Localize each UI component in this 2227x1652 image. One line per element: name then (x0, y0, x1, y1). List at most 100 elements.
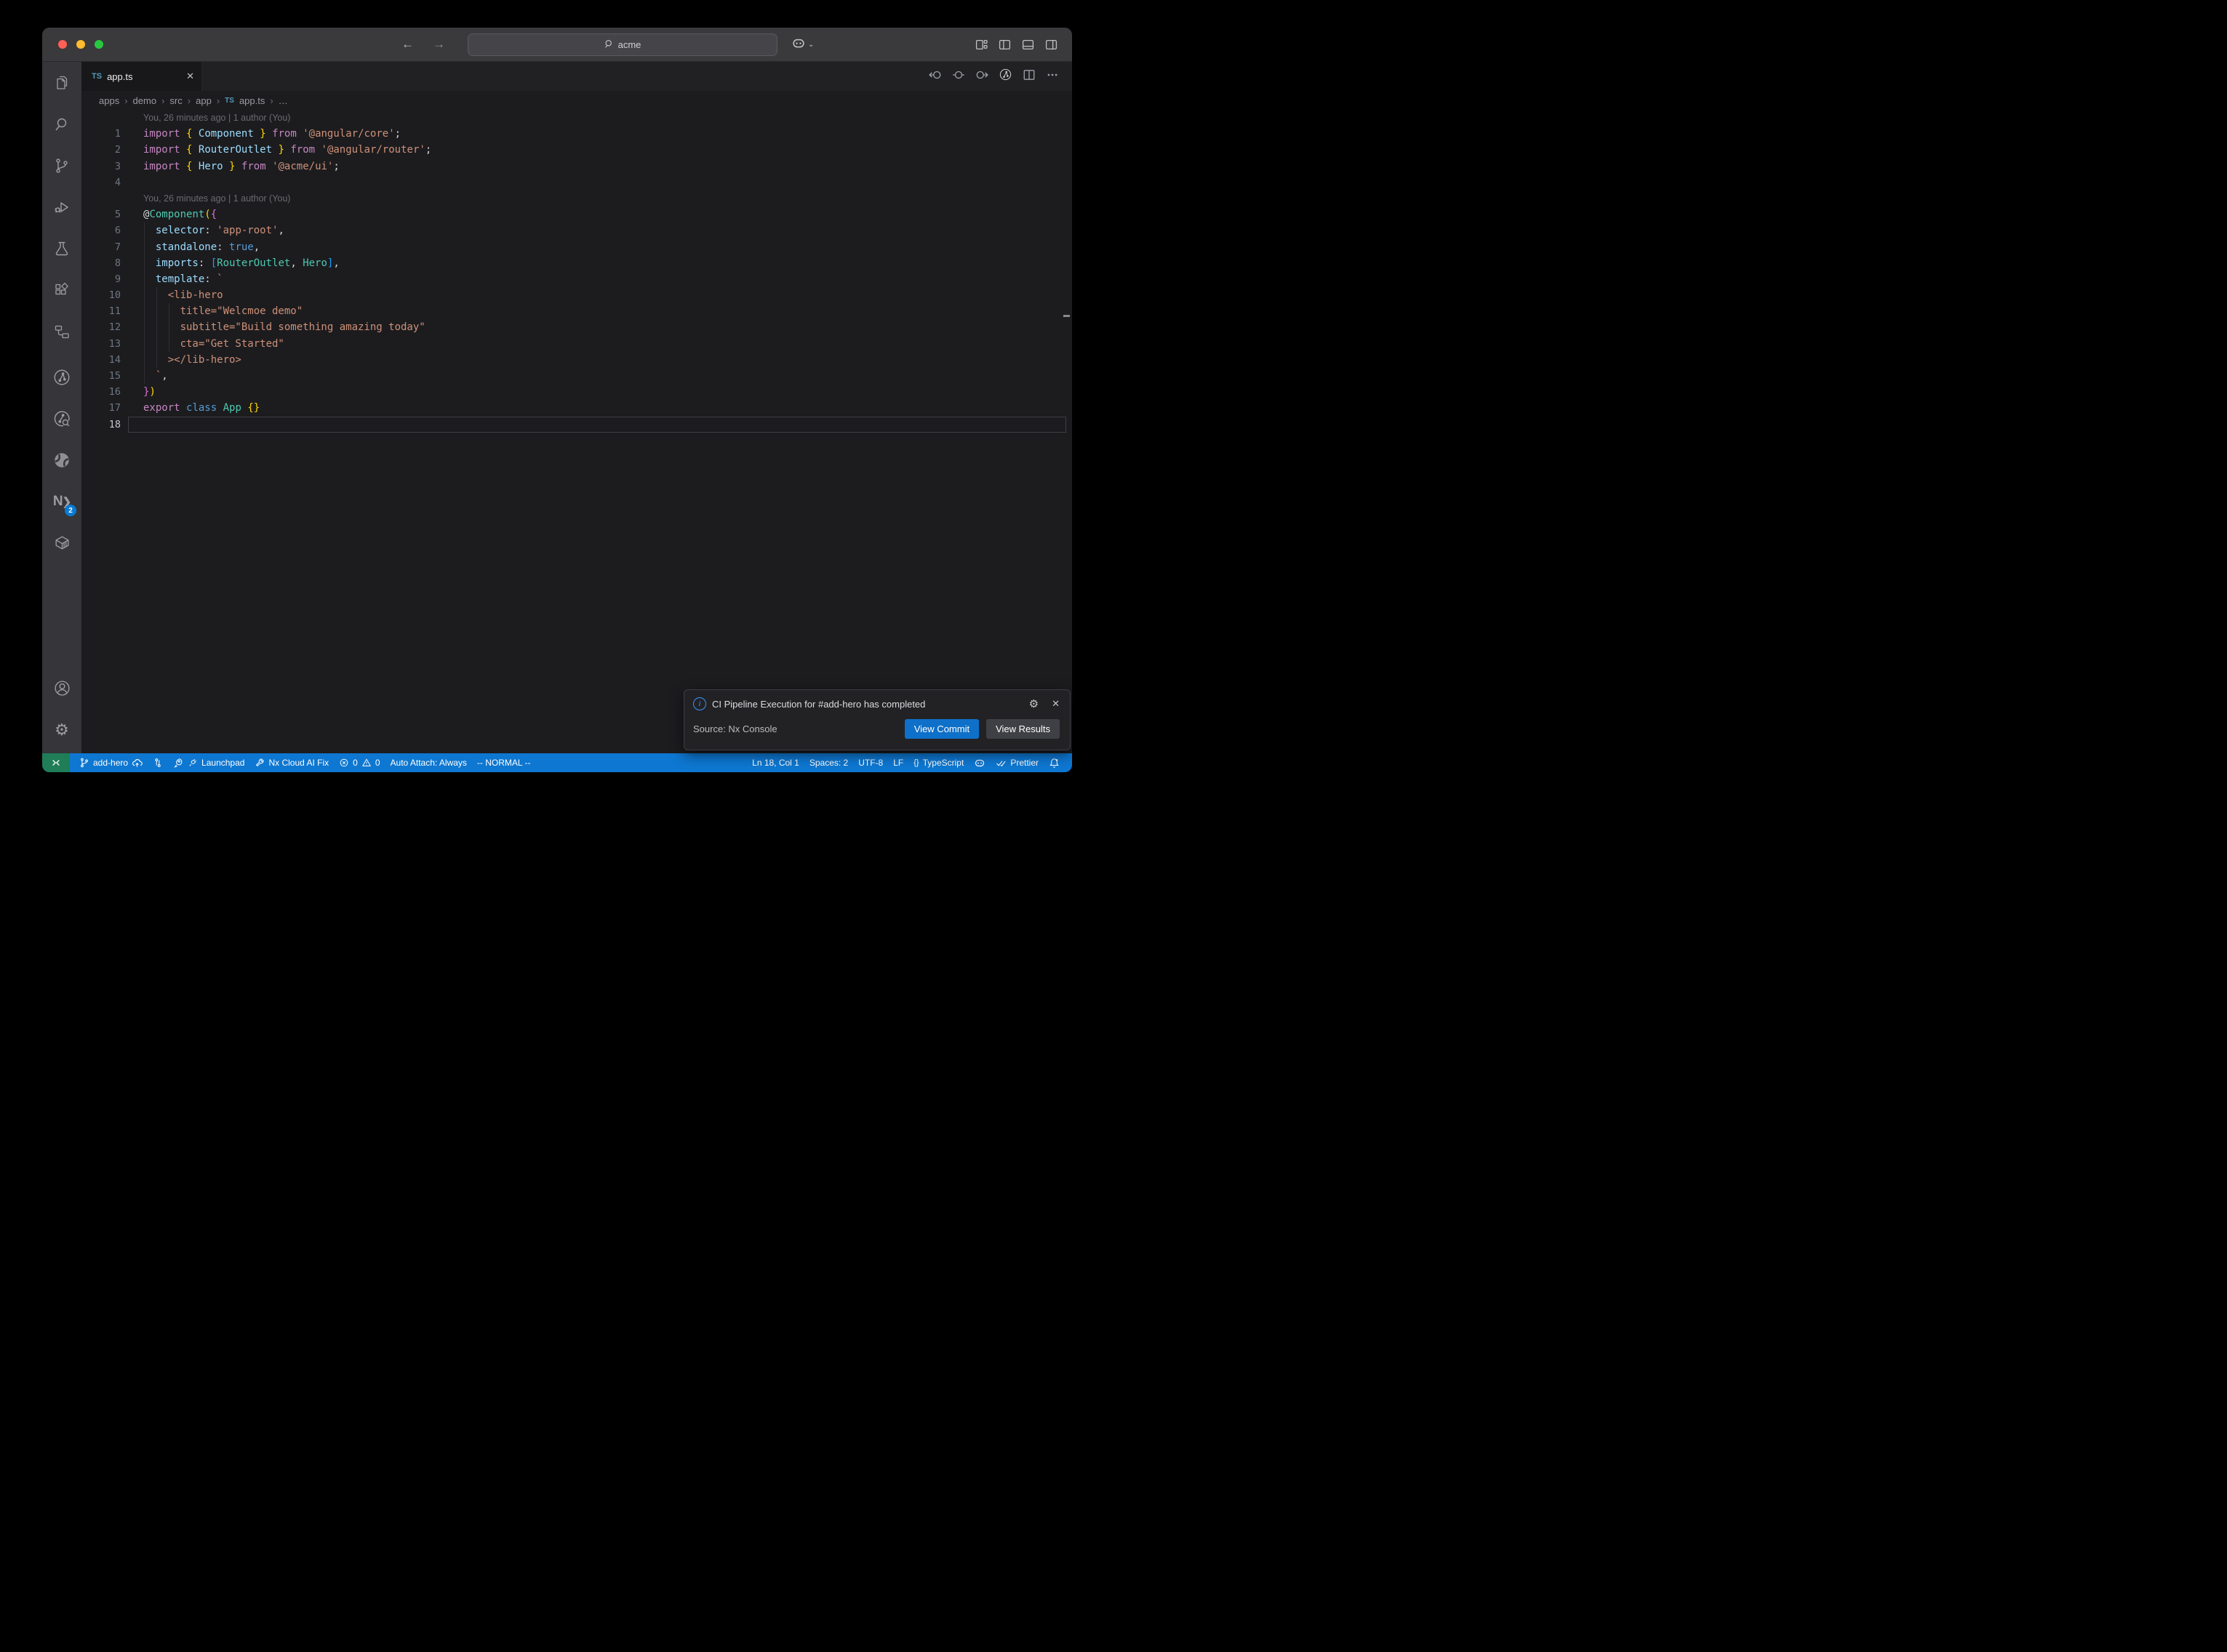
code-line: 8 imports: [RouterOutlet, Hero], (81, 255, 1072, 271)
code-line: 18 (81, 417, 1072, 433)
breadcrumb-item[interactable]: demo (133, 95, 157, 106)
containers-icon[interactable] (42, 522, 81, 564)
blame-row: You, 26 minutes ago | 1 author (You) (81, 191, 1072, 206)
chevron-down-icon: ⌄ (808, 41, 814, 49)
source-control-icon[interactable] (42, 145, 81, 186)
typescript-file-icon: TS (92, 72, 102, 81)
accounts-icon[interactable] (42, 667, 81, 709)
git-branch-status[interactable]: add-hero (74, 758, 148, 769)
eol-status[interactable]: LF (888, 758, 908, 768)
git-branch-icon (79, 758, 89, 768)
tab-filename: app.ts (107, 71, 181, 82)
breadcrumb-item[interactable]: apps (99, 95, 119, 106)
screenshot-canvas: ← → acme ⌄ (0, 0, 1114, 826)
code-editor[interactable]: You, 26 minutes ago | 1 author (You)1imp… (81, 110, 1072, 753)
toggle-panel-icon[interactable] (1022, 39, 1034, 51)
notifications-bell[interactable] (1044, 758, 1065, 769)
indentation-status[interactable]: Spaces: 2 (804, 758, 853, 768)
nx-badge: 2 (65, 505, 76, 516)
toggle-primary-sidebar-icon[interactable] (999, 39, 1011, 51)
code-line: 7 standalone: true, (81, 239, 1072, 255)
problems-status[interactable]: 0 0 (334, 758, 385, 768)
breadcrumb-item[interactable]: src (169, 95, 182, 106)
nav-forward-circle-icon[interactable] (975, 68, 988, 85)
tab-app-ts[interactable]: TS app.ts ✕ (81, 62, 202, 91)
view-results-button[interactable]: View Results (986, 719, 1060, 739)
search-text: acme (618, 39, 641, 50)
toggle-secondary-sidebar-icon[interactable] (1045, 39, 1057, 51)
extensions-icon[interactable] (42, 269, 81, 310)
search-icon (604, 39, 614, 51)
breadcrumb-symbol[interactable]: … (279, 95, 288, 106)
minimize-window-button[interactable] (76, 40, 85, 49)
code-line: 5@Component({ (81, 206, 1072, 222)
code-line: 17export class App {} (81, 400, 1072, 416)
source-control-graph-icon[interactable] (999, 68, 1012, 85)
vim-mode-status[interactable]: -- NORMAL -- (472, 758, 536, 768)
language-mode-status[interactable]: {} TypeScript (908, 758, 969, 768)
breadcrumb-file[interactable]: app.ts (239, 95, 265, 106)
search-view-icon[interactable] (42, 103, 81, 145)
split-editor-icon[interactable] (1023, 68, 1036, 85)
code-line: 11 title="Welcmoe demo" (81, 303, 1072, 319)
code-line: 6 selector: 'app-root', (81, 222, 1072, 238)
nav-back-arrow[interactable]: ← (401, 37, 414, 52)
auto-attach-status[interactable]: Auto Attach: Always (385, 758, 472, 768)
chevron-right-icon: › (161, 95, 164, 106)
customize-layout-icon[interactable] (975, 39, 988, 51)
prettier-status[interactable]: Prettier (991, 758, 1044, 769)
console-ninja-icon[interactable] (42, 439, 81, 481)
commit-graph-icon[interactable] (42, 356, 81, 398)
activity-bar: N❯ 2 ⚙ (42, 62, 81, 753)
nav-forward-arrow[interactable]: → (433, 37, 445, 52)
project-graph-icon[interactable] (42, 310, 81, 352)
code-line: 16}) (81, 384, 1072, 400)
title-bar: ← → acme ⌄ (42, 28, 1072, 62)
wrench-icon (255, 758, 265, 768)
blame-row: You, 26 minutes ago | 1 author (You) (81, 110, 1072, 126)
git-commits-status[interactable] (148, 758, 168, 768)
nav-current-circle-icon[interactable] (952, 68, 965, 85)
chevron-right-icon: › (217, 95, 220, 106)
notification-close-icon[interactable]: ✕ (1052, 698, 1060, 710)
plug-icon (188, 758, 198, 768)
zoom-window-button[interactable] (95, 40, 103, 49)
typescript-file-icon: TS (225, 97, 234, 105)
copilot-status[interactable] (969, 757, 991, 769)
copilot-menu[interactable]: ⌄ (791, 28, 814, 61)
traffic-lights (58, 28, 103, 61)
commit-graph-search-icon[interactable] (42, 398, 81, 439)
remote-indicator[interactable] (42, 753, 70, 772)
tab-close-icon[interactable]: ✕ (186, 71, 194, 82)
vscode-window: ← → acme ⌄ (42, 28, 1072, 772)
run-debug-icon[interactable] (42, 186, 81, 228)
error-icon (339, 758, 349, 768)
explorer-icon[interactable] (42, 62, 81, 103)
breadcrumb-item[interactable]: app (196, 95, 212, 106)
view-commit-button[interactable]: View Commit (905, 719, 979, 739)
code-line: 2import { RouterOutlet } from '@angular/… (81, 142, 1072, 158)
nav-back-circle-icon[interactable] (929, 68, 942, 85)
nx-cloud-status[interactable]: Nx Cloud AI Fix (249, 758, 334, 768)
launchpad-status[interactable]: Launchpad (168, 758, 249, 769)
close-window-button[interactable] (58, 40, 67, 49)
status-bar: add-hero (42, 753, 1072, 772)
bell-dot-icon (1049, 758, 1060, 769)
settings-gear-icon[interactable]: ⚙ (42, 709, 81, 750)
testing-icon[interactable] (42, 228, 81, 269)
breadcrumb: apps › demo › src › app › TS app.ts › … (81, 91, 1072, 110)
code-line: 9 template: ` (81, 271, 1072, 287)
chevron-right-icon: › (270, 95, 273, 106)
notification-toast: i CI Pipeline Execution for #add-hero ha… (684, 689, 1071, 750)
nx-console-icon[interactable]: N❯ 2 (42, 481, 81, 522)
braces-icon: {} (913, 758, 919, 767)
notification-settings-icon[interactable]: ⚙ (1029, 697, 1039, 710)
command-center-search[interactable]: acme (468, 33, 777, 56)
chevron-right-icon: › (188, 95, 191, 106)
info-icon: i (693, 697, 706, 710)
code-lines: You, 26 minutes ago | 1 author (You)1imp… (81, 110, 1072, 433)
copilot-icon (791, 36, 806, 54)
cursor-position-status[interactable]: Ln 18, Col 1 (747, 758, 804, 768)
more-actions-icon[interactable] (1046, 68, 1059, 85)
encoding-status[interactable]: UTF-8 (853, 758, 888, 768)
